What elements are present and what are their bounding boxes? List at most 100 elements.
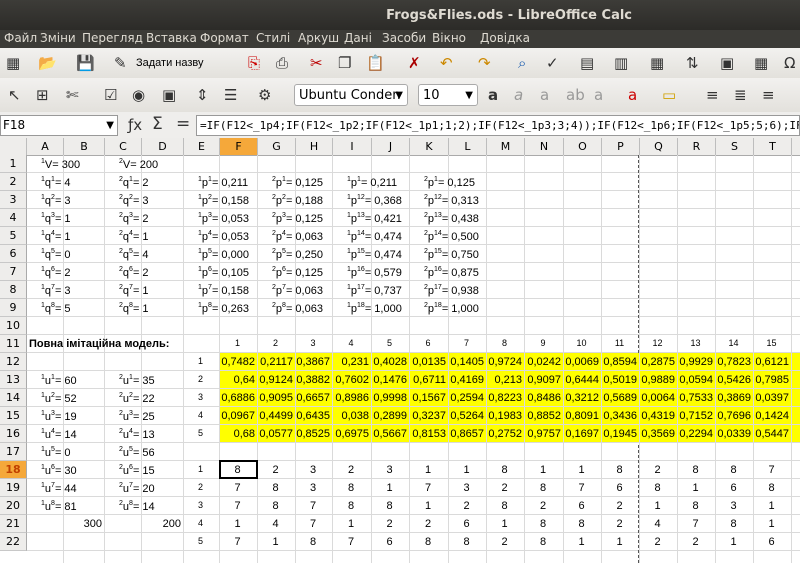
column-header-o[interactable]: O [564,138,602,155]
row-header[interactable]: 10 [0,317,27,335]
align-left-icon[interactable]: ≡ [706,86,719,104]
define-name-button[interactable]: Задати назву [136,57,204,69]
formula-input[interactable]: =IF(F12<_1p4;IF(F12<_1p2;IF(F12<_1p1;1;2… [196,115,800,136]
column-header-a[interactable]: A [27,138,64,155]
menu-item[interactable]: Перегляд [82,31,143,45]
menu-item[interactable]: Вікно [432,31,466,45]
copy-icon[interactable]: ❐ [338,54,351,72]
highlight-icon[interactable]: ▭ [662,86,676,104]
undo-icon[interactable]: ↶ [440,54,453,72]
bold-icon[interactable]: a [488,86,498,104]
sort-icon[interactable]: ⇅ [686,54,699,72]
menu-item[interactable]: Аркуш [298,31,339,45]
chart-icon[interactable]: ▣ [720,54,734,72]
column-header-q[interactable]: Q [640,138,678,155]
redo-icon[interactable]: ↷ [478,54,491,72]
column-header-p[interactable]: P [602,138,640,155]
name-box[interactable]: F18 ▼ [0,115,118,136]
column-header-g[interactable]: G [258,138,296,155]
row-header[interactable]: 1 [0,155,27,173]
row-header[interactable]: 19 [0,479,27,497]
font-name-combo[interactable]: Ubuntu Conden ▼ [294,84,408,106]
row-header[interactable]: 22 [0,533,27,551]
menu-item[interactable]: Формат [200,31,249,45]
tools-icon[interactable]: ✄ [66,86,79,104]
row-header[interactable]: 21 [0,515,27,533]
function-wizard-icon[interactable]: ƒx [128,116,142,134]
column-header-h[interactable]: H [296,138,333,155]
menu-item[interactable]: Дані [344,31,372,45]
row-header[interactable]: 7 [0,263,27,281]
open-folder-icon[interactable]: 📂 [38,54,57,72]
column-header-b[interactable]: B [64,138,105,155]
column-header-c[interactable]: C [105,138,142,155]
font-size-combo[interactable]: 10 ▼ [418,84,478,106]
active-cell-cursor[interactable] [219,460,258,479]
align-center-icon[interactable]: ≣ [734,86,747,104]
pivot-icon[interactable]: ▦ [754,54,768,72]
row-header[interactable]: 8 [0,281,27,299]
row-header[interactable]: 9 [0,299,27,317]
font-color-icon[interactable]: a [628,86,637,104]
spelling-icon[interactable]: ✓ [546,54,559,72]
strike-icon[interactable]: ab [566,86,585,104]
print-icon[interactable]: ⎙ [276,54,288,72]
column-header-f[interactable]: F [220,138,258,155]
spin-icon[interactable]: ⇕ [196,86,209,104]
column-header-d[interactable]: D [142,138,184,155]
find-replace-icon[interactable]: ⌕ [518,54,526,72]
paste-icon[interactable]: 📋 [366,54,385,72]
freeze-icon[interactable]: ▦ [650,54,664,72]
zoom-icon[interactable]: ⊞ [36,86,49,104]
menu-item[interactable]: Зміни [40,31,76,45]
row-icon[interactable]: ▤ [580,54,594,72]
select-arrow-icon[interactable]: ↖ [8,86,21,104]
row-header[interactable]: 2 [0,173,27,191]
menu-item[interactable]: Довідка [480,31,530,45]
row-header[interactable]: 6 [0,245,27,263]
sheet-grid[interactable]: 1 2 3 4 5 6 7 8 9 10 11 12 13 14 15 16 17 18 19 20 21 22 1V= 3… [0,155,800,563]
column-header-l[interactable]: L [449,138,487,155]
italic-icon[interactable]: a [514,86,523,104]
column-header-m[interactable]: M [487,138,525,155]
menu-item[interactable]: Файл [4,31,37,45]
row-header[interactable]: 17 [0,443,27,461]
row-header[interactable]: 20 [0,497,27,515]
row-header[interactable]: 15 [0,407,27,425]
column-header-k[interactable]: K [410,138,449,155]
column-header-i[interactable]: I [333,138,372,155]
row-header[interactable]: 14 [0,389,27,407]
column-icon[interactable]: ▥ [614,54,628,72]
clone-formatting-icon[interactable]: ✗ [408,54,421,72]
sigma-icon[interactable]: Ω [784,54,795,72]
row-header[interactable]: 18 [0,461,27,479]
corner-cell[interactable] [0,138,27,155]
row-header[interactable]: 11 [0,335,27,353]
radio-icon[interactable]: ◉ [132,86,145,104]
define-name-icon[interactable]: ✎ [114,54,127,72]
export-pdf-icon[interactable]: ⎘ [248,54,260,72]
design-mode-icon[interactable]: ⚙ [258,86,271,104]
menu-item[interactable]: Вставка [146,31,197,45]
checkbox-icon[interactable]: ☑ [104,86,117,104]
formula-equals-icon[interactable]: = [176,115,190,133]
column-header-t[interactable]: T [754,138,792,155]
column-header-r[interactable]: R [678,138,716,155]
cut-icon[interactable]: ✂ [310,54,323,72]
new-document-icon[interactable]: ▦ [6,54,20,72]
image-icon[interactable]: ▣ [162,86,176,104]
save-icon[interactable]: 💾 [76,54,95,72]
row-header[interactable]: 3 [0,191,27,209]
column-header-j[interactable]: J [372,138,410,155]
menu-item[interactable]: Стилі [256,31,290,45]
sum-icon[interactable]: Σ [152,115,163,133]
column-header-s[interactable]: S [716,138,754,155]
listbox-icon[interactable]: ☰ [224,86,237,104]
shadow-icon[interactable]: a [594,86,603,104]
row-header[interactable]: 5 [0,227,27,245]
column-header-e[interactable]: E [184,138,220,155]
row-header[interactable]: 13 [0,371,27,389]
column-header-n[interactable]: N [525,138,564,155]
menu-item[interactable]: Засоби [382,31,426,45]
align-right-icon[interactable]: ≡ [762,86,775,104]
